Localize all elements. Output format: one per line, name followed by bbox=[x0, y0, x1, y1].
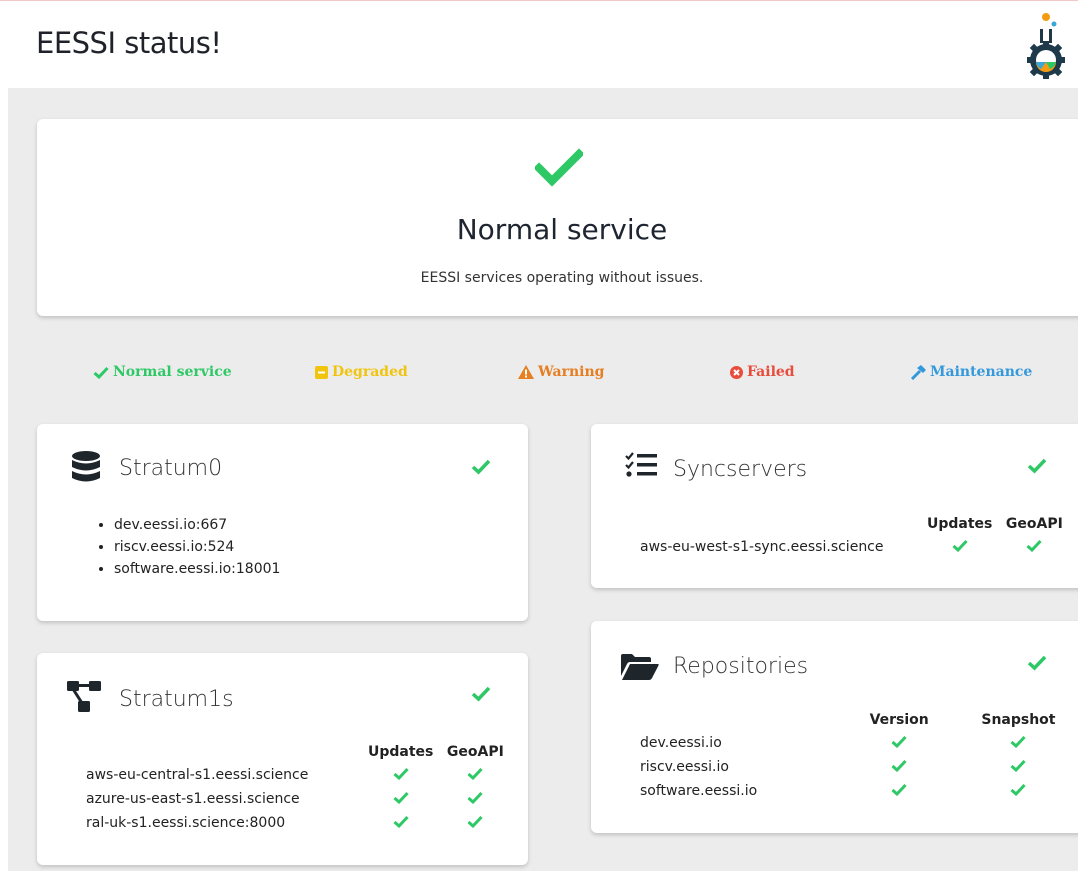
check-icon bbox=[952, 539, 968, 552]
repositories-title: Repositories bbox=[673, 654, 809, 679]
table-header-row: Updates GeoAPI bbox=[640, 513, 1071, 535]
check-icon bbox=[393, 815, 409, 828]
table-header-row: Updates GeoAPI bbox=[86, 741, 512, 763]
hammer-icon bbox=[910, 364, 926, 380]
column-header: GeoAPI bbox=[446, 744, 504, 760]
table-row: ral-uk-s1.eessi.science:8000 bbox=[86, 811, 512, 835]
stratum0-list: dev.eessi.io:667 riscv.eessi.io:524 soft… bbox=[92, 514, 280, 580]
syncservers-card: Syncservers Updates GeoAPI aws-eu-west-s… bbox=[591, 424, 1078, 588]
stratum0-card: Stratum0 dev.eessi.io:667 riscv.eessi.io… bbox=[37, 424, 528, 621]
table-row: aws-eu-central-s1.eessi.science bbox=[86, 763, 512, 787]
repository-name: dev.eessi.io bbox=[640, 735, 722, 751]
check-icon bbox=[471, 686, 491, 702]
repositories-table: Version Snapshot dev.eessi.io riscv.eess… bbox=[640, 709, 1078, 803]
column-header: Snapshot bbox=[981, 712, 1056, 728]
check-icon bbox=[1027, 458, 1047, 474]
stratum1s-table: Updates GeoAPI aws-eu-central-s1.eessi.s… bbox=[86, 741, 512, 835]
overall-status-title: Normal service bbox=[456, 213, 668, 246]
server-name: ral-uk-s1.eessi.science:8000 bbox=[86, 815, 286, 831]
list-item: software.eessi.io:18001 bbox=[114, 558, 280, 580]
check-icon bbox=[1010, 759, 1027, 772]
repository-name: software.eessi.io bbox=[640, 783, 758, 799]
database-icon bbox=[72, 451, 100, 482]
table-row: dev.eessi.io bbox=[640, 731, 1078, 755]
repository-name: riscv.eessi.io bbox=[640, 759, 729, 775]
overall-status-card: Normal service EESSI services operating … bbox=[37, 119, 1078, 316]
check-icon bbox=[1010, 735, 1027, 748]
legend-maintenance-label: Maintenance bbox=[930, 364, 1033, 380]
check-icon bbox=[471, 459, 491, 475]
check-icon bbox=[891, 783, 907, 796]
column-header: Version bbox=[869, 712, 929, 728]
list-check-icon bbox=[625, 452, 657, 477]
table-row: aws-eu-west-s1-sync.eessi.science bbox=[640, 535, 1071, 559]
check-icon bbox=[1010, 783, 1027, 796]
network-icon bbox=[67, 681, 101, 712]
eessi-logo-icon[interactable] bbox=[1024, 8, 1068, 80]
legend-warning-label: Warning bbox=[538, 364, 605, 380]
legend-degraded: Degraded bbox=[315, 364, 408, 380]
table-header-row: Version Snapshot bbox=[640, 709, 1078, 731]
site-title[interactable]: EESSI status! bbox=[36, 26, 222, 60]
server-name: azure-us-east-s1.eessi.science bbox=[86, 791, 300, 807]
list-item: riscv.eessi.io:524 bbox=[114, 536, 280, 558]
syncservers-table: Updates GeoAPI aws-eu-west-s1-sync.eessi… bbox=[640, 513, 1071, 559]
check-icon bbox=[1027, 655, 1047, 671]
warning-icon bbox=[518, 365, 534, 379]
column-header: Updates bbox=[927, 516, 993, 532]
overall-status-description: EESSI services operating without issues. bbox=[420, 270, 704, 286]
check-icon bbox=[467, 767, 483, 780]
column-header: GeoAPI bbox=[1005, 516, 1063, 532]
check-icon bbox=[891, 735, 907, 748]
check-icon bbox=[467, 815, 483, 828]
check-icon bbox=[891, 759, 907, 772]
legend-degraded-label: Degraded bbox=[332, 364, 408, 380]
table-row: azure-us-east-s1.eessi.science bbox=[86, 787, 512, 811]
legend-failed-label: Failed bbox=[747, 364, 795, 380]
site-header: EESSI status! bbox=[0, 0, 1078, 88]
minus-square-icon bbox=[315, 365, 328, 379]
column-header: Updates bbox=[368, 744, 434, 760]
check-icon bbox=[1026, 539, 1042, 552]
syncservers-title: Syncservers bbox=[673, 457, 808, 482]
stratum0-title: Stratum0 bbox=[119, 456, 223, 481]
check-icon bbox=[535, 148, 583, 187]
status-area: Normal service EESSI services operating … bbox=[8, 88, 1078, 871]
server-name: aws-eu-west-s1-sync.eessi.science bbox=[640, 539, 884, 555]
stratum1s-card: Stratum1s Updates GeoAPI aws-eu-central-… bbox=[37, 653, 528, 865]
server-name: aws-eu-central-s1.eessi.science bbox=[86, 767, 309, 783]
check-icon bbox=[467, 791, 483, 804]
top-border bbox=[0, 0, 1078, 6]
legend-normal-label: Normal service bbox=[113, 364, 232, 380]
list-item: dev.eessi.io:667 bbox=[114, 514, 280, 536]
failed-icon bbox=[730, 365, 743, 379]
legend-normal: Normal service bbox=[93, 364, 232, 380]
check-icon bbox=[93, 366, 109, 379]
table-row: riscv.eessi.io bbox=[640, 755, 1078, 779]
legend-warning: Warning bbox=[518, 364, 604, 380]
stratum1s-title: Stratum1s bbox=[119, 687, 234, 712]
check-icon bbox=[393, 767, 409, 780]
check-icon bbox=[393, 791, 409, 804]
folder-open-icon bbox=[621, 654, 659, 680]
legend-maintenance: Maintenance bbox=[910, 364, 1032, 380]
legend-failed: Failed bbox=[730, 364, 795, 380]
repositories-card: Repositories Version Snapshot dev.eessi.… bbox=[591, 621, 1078, 833]
table-row: software.eessi.io bbox=[640, 779, 1078, 803]
